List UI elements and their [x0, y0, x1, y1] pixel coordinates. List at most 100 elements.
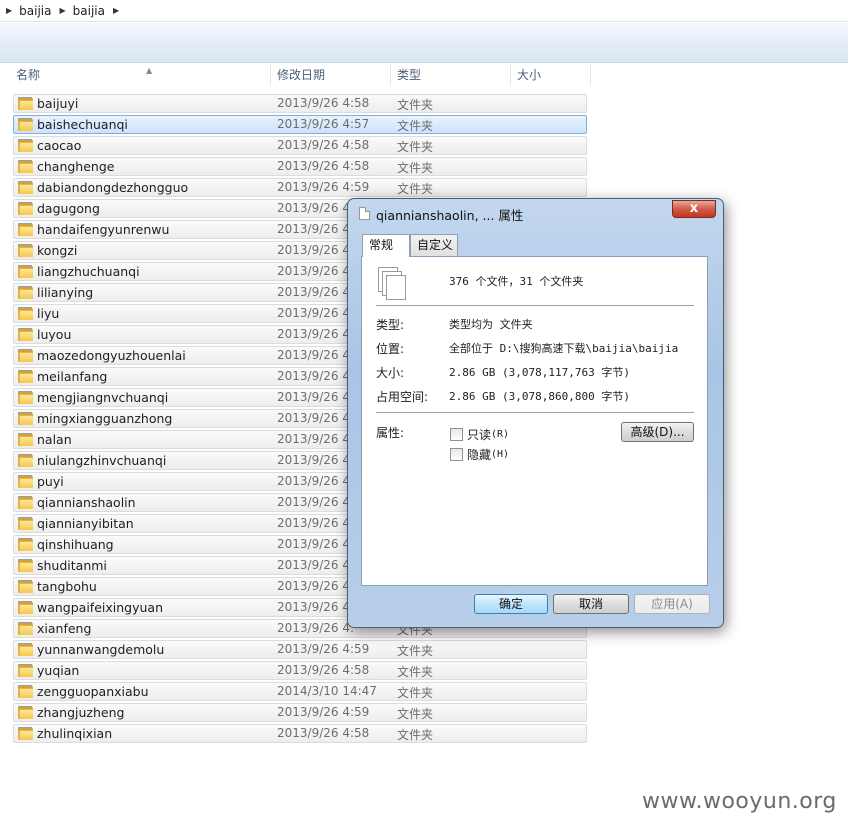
- ok-button[interactable]: 确定: [474, 594, 548, 614]
- file-date: 2013/9/26 4:: [277, 600, 355, 614]
- folder-icon: [18, 391, 33, 404]
- file-name: handaifengyunrenwu: [37, 222, 170, 237]
- close-button[interactable]: x: [672, 200, 716, 218]
- folder-icon: [18, 475, 33, 488]
- file-date: 2013/9/26 4:: [277, 621, 355, 635]
- separator: [376, 305, 694, 306]
- file-row[interactable]: yuqian 2013/9/26 4:58 文件夹: [13, 661, 587, 680]
- file-name: kongzi: [37, 243, 78, 258]
- folder-icon: [18, 118, 33, 131]
- tab-general[interactable]: 常规: [362, 234, 410, 257]
- checkbox-icon[interactable]: [450, 448, 463, 461]
- file-date: 2013/9/26 4:: [277, 516, 355, 530]
- file-date: 2013/9/26 4:: [277, 579, 355, 593]
- folder-icon: [18, 664, 33, 677]
- chevron-right-icon[interactable]: ▶: [6, 6, 12, 15]
- file-type: 文件夹: [397, 119, 434, 133]
- file-date: 2013/9/26 4:: [277, 453, 355, 467]
- attributes-label: 属性:: [376, 426, 405, 440]
- checkbox-icon[interactable]: [450, 428, 463, 441]
- file-date: 2013/9/26 4:: [277, 327, 355, 341]
- folder-icon: [18, 370, 33, 383]
- file-name: meilanfang: [37, 369, 108, 384]
- file-row[interactable]: changhenge 2013/9/26 4:58 文件夹: [13, 157, 587, 176]
- file-date: 2013/9/26 4:59: [277, 180, 370, 194]
- file-row[interactable]: yunnanwangdemolu 2013/9/26 4:59 文件夹: [13, 640, 587, 659]
- size-label: 大小:: [376, 366, 405, 380]
- file-row[interactable]: dabiandongdezhongguo 2013/9/26 4:59 文件夹: [13, 178, 587, 197]
- folder-icon: [18, 727, 33, 740]
- apply-button[interactable]: 应用(A): [634, 594, 710, 614]
- file-name: liangzhuchuanqi: [37, 264, 140, 279]
- column-size[interactable]: 大小: [511, 64, 591, 86]
- file-name: dabiandongdezhongguo: [37, 180, 189, 195]
- file-name: mengjiangnvchuanqi: [37, 390, 169, 405]
- file-name: zhangjuzheng: [37, 705, 125, 720]
- file-name: caocao: [37, 138, 82, 153]
- file-date: 2013/9/26 4:: [277, 264, 355, 278]
- column-name[interactable]: ▲ 名称: [10, 64, 271, 86]
- file-name: liyu: [37, 306, 60, 321]
- folder-icon: [18, 601, 33, 614]
- file-date: 2013/9/26 4:58: [277, 726, 370, 740]
- file-date: 2013/9/26 4:: [277, 495, 355, 509]
- summary-text: 376 个文件，31 个文件夹: [449, 275, 584, 288]
- file-name: qinshihuang: [37, 537, 114, 552]
- file-name: baishechuanqi: [37, 117, 128, 132]
- folder-icon: [18, 223, 33, 236]
- file-date: 2013/9/26 4:: [277, 306, 355, 320]
- breadcrumb-segment-1[interactable]: baijia: [19, 4, 51, 18]
- breadcrumb: ▶ baijia ▶ baijia ▶: [0, 0, 848, 22]
- column-header: ▲ 名称 修改日期 类型 大小: [0, 64, 848, 86]
- file-name: changhenge: [37, 159, 115, 174]
- dialog-titlebar[interactable]: qiannianshaolin, ... 属性 x: [348, 199, 723, 227]
- folder-icon: [18, 454, 33, 467]
- advanced-button[interactable]: 高级(D)...: [621, 422, 694, 442]
- file-row[interactable]: caocao 2013/9/26 4:58 文件夹: [13, 136, 587, 155]
- folder-icon: [18, 307, 33, 320]
- folder-icon: [18, 496, 33, 509]
- file-date: 2013/9/26 4:: [277, 348, 355, 362]
- disk-size-label: 占用空间:: [376, 390, 429, 404]
- chevron-right-icon[interactable]: ▶: [59, 6, 65, 15]
- folder-icon: [18, 622, 33, 635]
- folder-icon: [18, 97, 33, 110]
- file-date: 2013/9/26 4:: [277, 285, 355, 299]
- location-value: 全部位于 D:\搜狗高速下载\baijia\baijia: [449, 342, 679, 355]
- document-icon: [359, 207, 370, 220]
- column-type[interactable]: 类型: [391, 64, 511, 86]
- tab-customize[interactable]: 自定义: [410, 234, 458, 256]
- file-name: yuqian: [37, 663, 80, 678]
- file-date: 2013/9/26 4:59: [277, 705, 370, 719]
- file-date: 2013/9/26 4:: [277, 558, 355, 572]
- file-row[interactable]: zhulinqixian 2013/9/26 4:58 文件夹: [13, 724, 587, 743]
- cancel-button[interactable]: 取消: [553, 594, 629, 614]
- file-name: tangbohu: [37, 579, 97, 594]
- file-date: 2013/9/26 4:59: [277, 642, 370, 656]
- readonly-checkbox[interactable]: 只读 (R): [450, 426, 509, 443]
- file-name: nalan: [37, 432, 72, 447]
- file-row[interactable]: baijuyi 2013/9/26 4:58 文件夹: [13, 94, 587, 113]
- chevron-right-icon[interactable]: ▶: [113, 6, 119, 15]
- file-date: 2013/9/26 4:: [277, 390, 355, 404]
- file-row[interactable]: baishechuanqi 2013/9/26 4:57 文件夹: [13, 115, 587, 134]
- file-date: 2013/9/26 4:58: [277, 159, 370, 173]
- folder-icon: [18, 643, 33, 656]
- file-name: wangpaifeixingyuan: [37, 600, 164, 615]
- breadcrumb-segment-2[interactable]: baijia: [73, 4, 105, 18]
- sort-up-icon: ▲: [146, 66, 153, 75]
- file-name: mingxiangguanzhong: [37, 411, 173, 426]
- folder-icon: [18, 349, 33, 362]
- file-name: luyou: [37, 327, 72, 342]
- column-date[interactable]: 修改日期: [271, 64, 391, 86]
- file-date: 2013/9/26 4:57: [277, 117, 370, 131]
- folder-icon: [18, 160, 33, 173]
- file-row[interactable]: zengguopanxiabu 2014/3/10 14:47 文件夹: [13, 682, 587, 701]
- type-label: 类型:: [376, 318, 405, 332]
- folder-icon: [18, 685, 33, 698]
- multiple-files-icon: [378, 267, 408, 301]
- file-name: lilianying: [37, 285, 94, 300]
- hidden-checkbox[interactable]: 隐藏 (H): [450, 446, 509, 463]
- file-name: dagugong: [37, 201, 100, 216]
- file-row[interactable]: zhangjuzheng 2013/9/26 4:59 文件夹: [13, 703, 587, 722]
